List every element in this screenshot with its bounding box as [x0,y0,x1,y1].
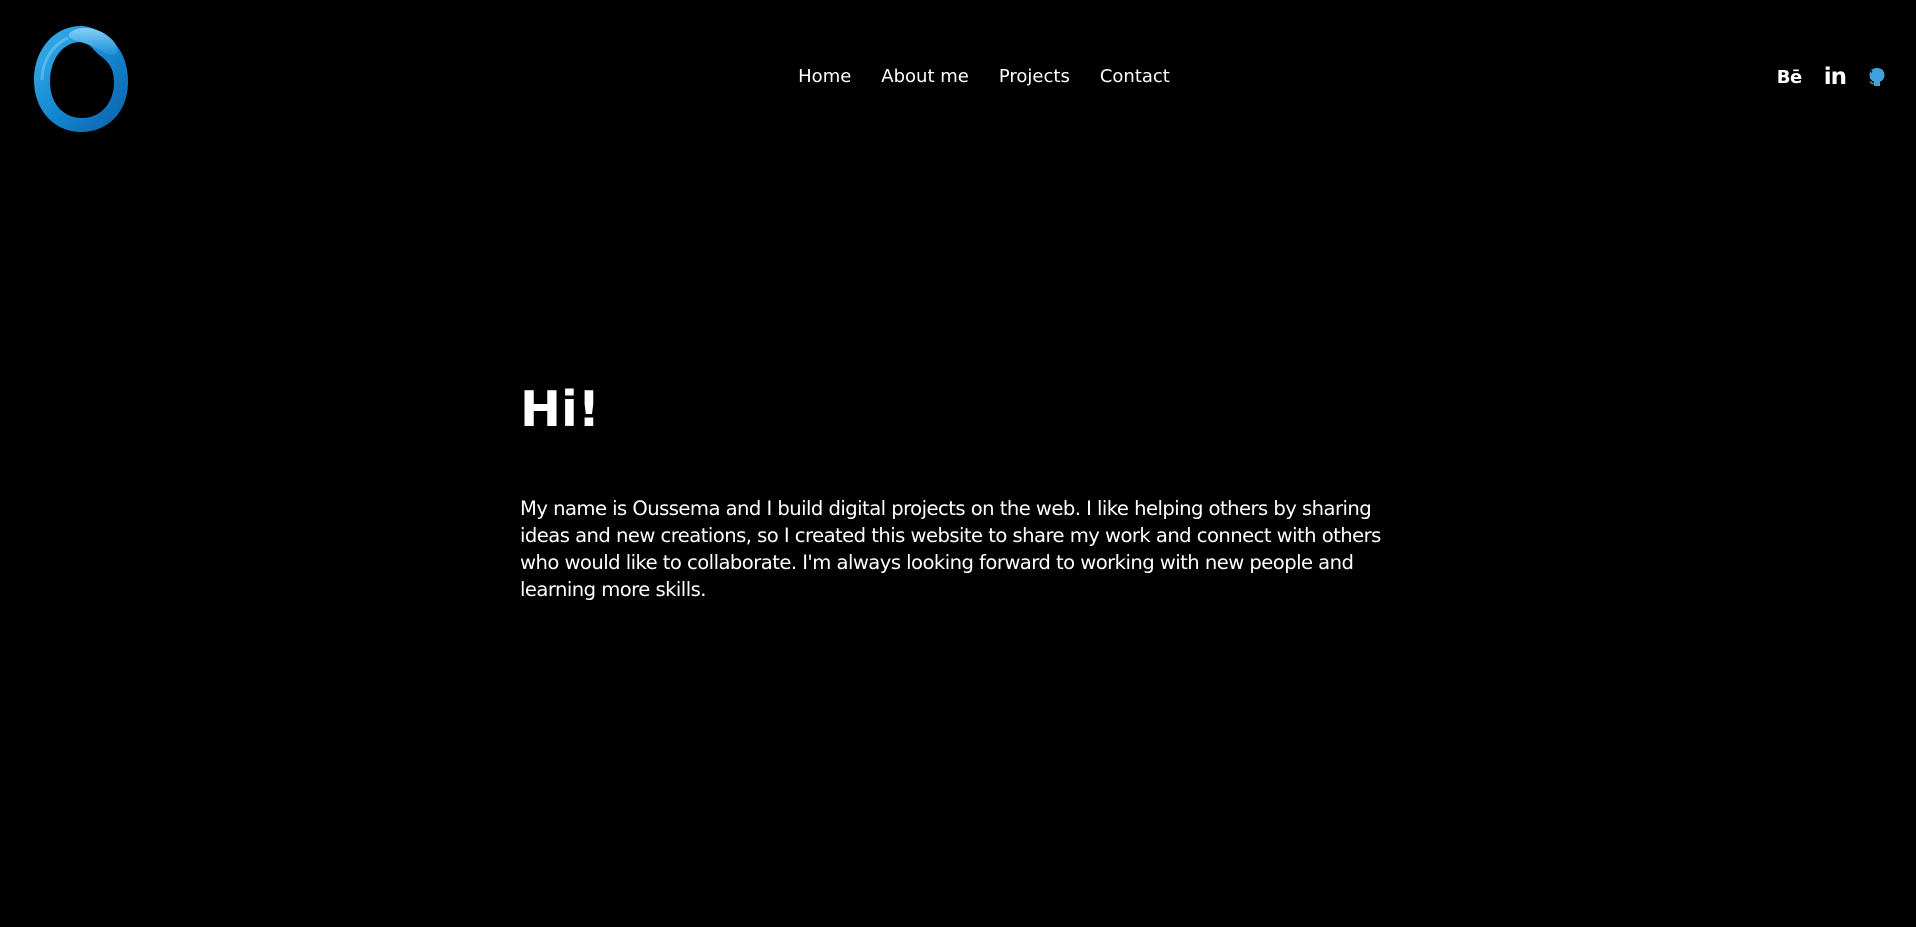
main-nav: Home About me Projects Contact [0,66,1916,87]
nav-item-about-me[interactable]: About me [881,66,969,87]
hero-section: Hi! My name is Oussema and I build digit… [520,380,1400,603]
linkedin-icon: in [1823,64,1847,90]
linkedin-link[interactable]: in [1823,64,1847,90]
github-link[interactable] [1868,64,1886,90]
behance-link[interactable]: Bē [1777,64,1802,90]
nav-item-home[interactable]: Home [798,66,851,87]
github-icon [1869,68,1885,86]
nav-item-projects[interactable]: Projects [999,66,1070,87]
behance-icon: Bē [1776,66,1802,88]
social-links: Bē in [1777,64,1886,90]
page: Home About me Projects Contact Bē in Hi!… [0,0,1916,927]
hero-intro-text: My name is Oussema and I build digital p… [520,497,1381,601]
nav-item-contact[interactable]: Contact [1100,66,1170,87]
hero-title: Hi! [520,381,601,438]
